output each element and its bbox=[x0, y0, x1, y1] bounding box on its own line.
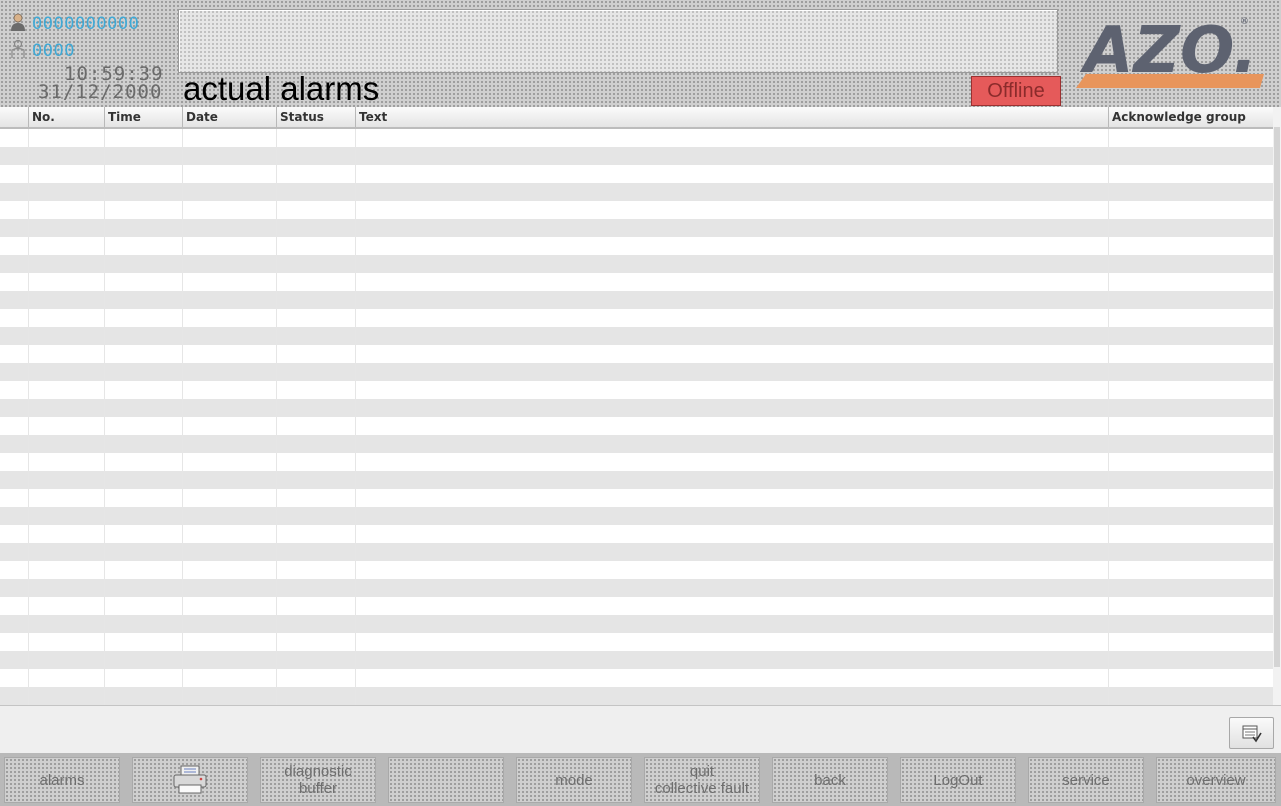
table-row[interactable] bbox=[0, 381, 1273, 399]
table-row[interactable] bbox=[0, 165, 1273, 183]
column-divider bbox=[355, 129, 356, 705]
function-key-bar: alarms diagnostic buffer mode quit collect… bbox=[0, 753, 1281, 806]
table-row[interactable] bbox=[0, 237, 1273, 255]
table-row[interactable] bbox=[0, 543, 1273, 561]
table-row[interactable] bbox=[0, 417, 1273, 435]
clock-date: 31/12/2000 bbox=[38, 81, 163, 103]
table-row[interactable] bbox=[0, 633, 1273, 651]
table-row[interactable] bbox=[0, 363, 1273, 381]
table-row[interactable] bbox=[0, 183, 1273, 201]
table-row[interactable] bbox=[0, 561, 1273, 579]
table-row[interactable] bbox=[0, 453, 1273, 471]
table-row[interactable] bbox=[0, 273, 1273, 291]
column-divider bbox=[276, 129, 277, 705]
table-row[interactable] bbox=[0, 687, 1273, 705]
table-row[interactable] bbox=[0, 615, 1273, 633]
user-icon bbox=[11, 13, 25, 31]
mode-button-label: mode bbox=[555, 771, 593, 789]
diagnostic-buffer-label-line2: buffer bbox=[298, 780, 338, 797]
table-row[interactable] bbox=[0, 345, 1273, 363]
user-group-text: 0000 bbox=[32, 41, 75, 61]
table-body[interactable] bbox=[0, 129, 1273, 705]
quit-collective-fault-label-line2: collective fault bbox=[654, 780, 750, 797]
table-row[interactable] bbox=[0, 579, 1273, 597]
table-row[interactable] bbox=[0, 129, 1273, 147]
service-button-label: service bbox=[1062, 771, 1110, 789]
table-row[interactable] bbox=[0, 489, 1273, 507]
table-row[interactable] bbox=[0, 651, 1273, 669]
table-row[interactable] bbox=[0, 525, 1273, 543]
user-name-text: 0000000000 bbox=[32, 14, 140, 34]
column-divider bbox=[182, 129, 183, 705]
column-divider bbox=[28, 129, 29, 705]
table-row[interactable] bbox=[0, 201, 1273, 219]
printer-icon bbox=[173, 765, 207, 794]
table-row[interactable] bbox=[0, 471, 1273, 489]
message-box bbox=[178, 9, 1058, 73]
table-settings-button[interactable] bbox=[1229, 717, 1274, 749]
svg-text:®: ® bbox=[1240, 17, 1249, 27]
overview-button[interactable]: overview bbox=[1156, 757, 1276, 803]
column-header-no[interactable]: No. bbox=[28, 107, 104, 127]
quit-collective-fault-button[interactable]: quit collective fault bbox=[644, 757, 760, 803]
table-row[interactable] bbox=[0, 597, 1273, 615]
back-button[interactable]: back bbox=[772, 757, 888, 803]
table-row[interactable] bbox=[0, 435, 1273, 453]
column-header-text[interactable]: Text bbox=[355, 107, 1108, 127]
overview-button-label: overview bbox=[1186, 771, 1246, 789]
table-row[interactable] bbox=[0, 309, 1273, 327]
scrollbar-thumb[interactable] bbox=[1274, 127, 1280, 667]
page-title: actual alarms bbox=[183, 70, 380, 107]
column-header-acknowledge-group[interactable]: Acknowledge group bbox=[1108, 107, 1273, 127]
print-button[interactable] bbox=[132, 757, 248, 803]
logout-button[interactable]: LogOut bbox=[900, 757, 1016, 803]
table-settings-icon bbox=[1242, 725, 1262, 743]
logout-button-label: LogOut bbox=[933, 771, 983, 789]
back-button-label: back bbox=[814, 771, 846, 789]
empty-function-key[interactable] bbox=[388, 757, 504, 803]
alarms-button[interactable]: alarms bbox=[4, 757, 120, 803]
column-divider bbox=[1108, 129, 1109, 705]
quit-collective-fault-label-line1: quit bbox=[689, 763, 715, 780]
column-header-status[interactable]: Status bbox=[276, 107, 355, 127]
header-bar: 0000000000 0000 10:59:39 31/12/2000 actu… bbox=[0, 0, 1281, 107]
alarm-table[interactable]: No. Time Date Status Text Acknowledge gr… bbox=[0, 107, 1281, 705]
table-row[interactable] bbox=[0, 219, 1273, 237]
alarms-button-label: alarms bbox=[39, 771, 85, 789]
column-header-date[interactable]: Date bbox=[182, 107, 276, 127]
table-row[interactable] bbox=[0, 327, 1273, 345]
mode-button[interactable]: mode bbox=[516, 757, 632, 803]
table-row[interactable] bbox=[0, 507, 1273, 525]
azo-logo: AZO. ® bbox=[1076, 14, 1264, 88]
column-header-marker[interactable] bbox=[0, 107, 28, 127]
connection-status-badge: Offline bbox=[971, 76, 1061, 106]
service-button[interactable]: service bbox=[1028, 757, 1144, 803]
current-user-group: 0000 bbox=[8, 39, 75, 61]
table-header: No. Time Date Status Text Acknowledge gr… bbox=[0, 107, 1273, 129]
table-row[interactable] bbox=[0, 147, 1273, 165]
column-divider bbox=[104, 129, 105, 705]
table-row[interactable] bbox=[0, 399, 1273, 417]
current-user: 0000000000 bbox=[8, 12, 139, 34]
diagnostic-buffer-button[interactable]: diagnostic buffer bbox=[260, 757, 376, 803]
column-header-time[interactable]: Time bbox=[104, 107, 182, 127]
user-group-icon bbox=[11, 39, 25, 58]
table-toolbar bbox=[0, 705, 1281, 753]
diagnostic-buffer-label-line1: diagnostic bbox=[284, 763, 352, 780]
table-scrollbar[interactable] bbox=[1273, 107, 1281, 705]
table-row[interactable] bbox=[0, 291, 1273, 309]
table-row[interactable] bbox=[0, 255, 1273, 273]
table-row[interactable] bbox=[0, 669, 1273, 687]
